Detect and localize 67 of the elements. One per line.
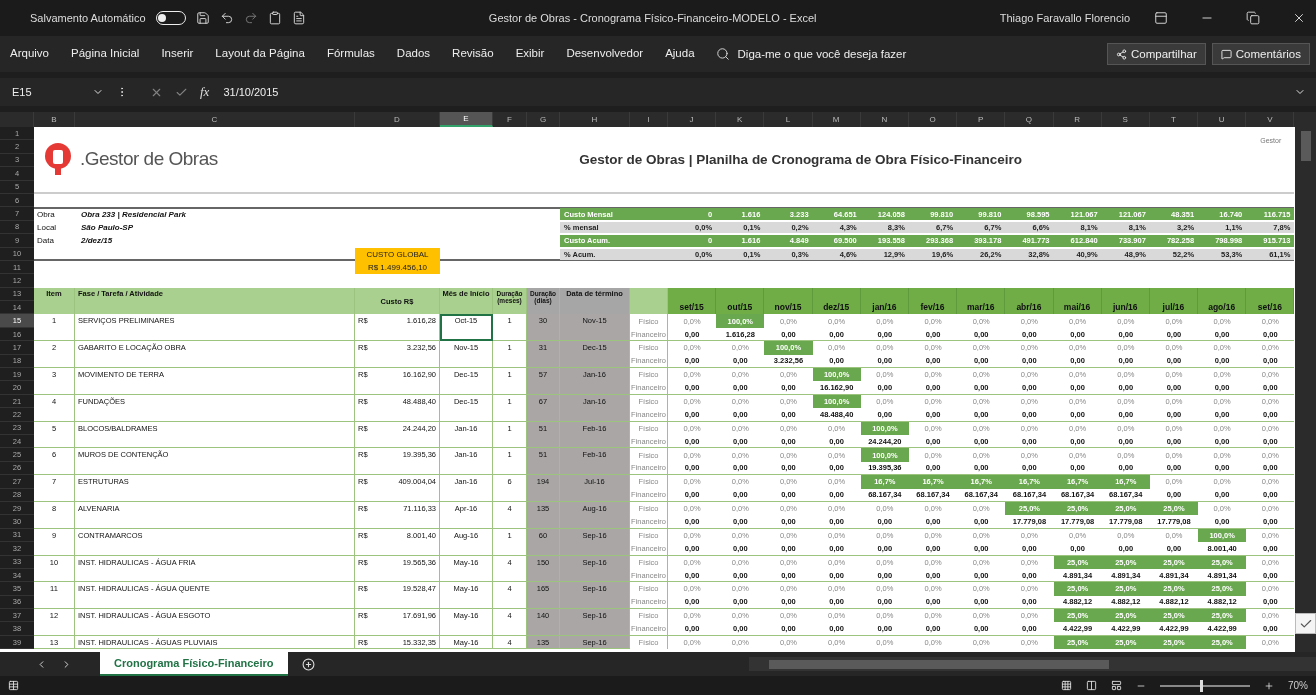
sheet-title: Gestor de Obras | Planilha de Cronograma de Obra Físico-Financeiro [355,127,1247,194]
ribbon-tab[interactable]: Inserir [150,43,205,65]
formula-bar[interactable]: E15 fx 31/10/2015 [0,78,1316,106]
clipboard-icon[interactable] [267,11,282,25]
page-layout-icon[interactable] [1086,680,1097,691]
autosave-label: Salvamento Automático [30,12,146,24]
restore-icon[interactable] [1246,11,1260,25]
search-field[interactable]: Diga-me o que você deseja fazer [715,47,1006,61]
month-heading: out/15 [716,287,765,315]
info-value: Obra 233 | Residencial Park [80,208,187,221]
share-button[interactable]: Compartilhar [1106,43,1206,65]
month-heading: jun/16 [1101,287,1150,315]
insert-function-button[interactable]: fx [200,84,210,100]
month-heading: fev/16 [908,287,958,315]
month-heading: set/15 [668,287,717,315]
ribbon-tab[interactable]: Fórmulas [315,43,386,65]
comments-button[interactable]: Comentários [1211,43,1310,65]
ribbon-tab[interactable]: Desenvolvedor [555,43,655,65]
global-cost-label: CUSTO GLOBAL [355,247,440,261]
quick-analysis-button[interactable] [1295,613,1316,634]
ribbon-tab[interactable]: Revisão [441,43,505,65]
name-box[interactable]: E15 [10,85,80,99]
sheet-stats-icon[interactable] [8,680,19,691]
search-icon [715,47,730,61]
zoom-level: 70% [1288,680,1308,691]
user-name: Thiago Faravallo Florencio [999,12,1130,24]
comment-icon [1220,48,1232,60]
zoom-thumb[interactable] [1200,679,1204,692]
ribbon-tab[interactable]: Dados [385,43,442,65]
undo-icon[interactable] [219,11,234,25]
month-heading: set/16 [1246,287,1295,315]
header-fill [630,287,668,315]
save-icon[interactable] [195,11,210,25]
info-value: 2/dez/15 [80,235,114,248]
month-heading: dez/15 [812,287,861,315]
add-sheet-icon[interactable] [301,657,315,671]
month-heading: nov/15 [764,287,813,315]
zoom-in-icon[interactable] [1264,680,1274,691]
document-icon[interactable] [291,11,306,25]
month-heading: abr/16 [1005,287,1054,315]
redo-icon[interactable] [243,11,258,25]
ribbon-tab[interactable]: Ajuda [654,43,706,65]
ribbon-tab[interactable]: Layout da Página [204,43,316,65]
month-heading: jul/16 [1149,287,1199,315]
month-heading: jan/16 [860,287,909,315]
formula-input[interactable]: 31/10/2015 [221,85,1282,99]
normal-view-icon[interactable] [1061,680,1072,691]
close-icon[interactable] [1292,11,1306,25]
info-label: Local [36,221,58,234]
month-heading: mai/16 [1053,287,1102,315]
brand-name: .Gestor de Obras [80,148,218,171]
ribbon-tab[interactable]: Página Inicial [60,43,151,65]
vertical-scrollbar[interactable] [1295,127,1316,652]
ribbon-tab[interactable]: Exibir [504,43,556,65]
month-heading: mar/16 [957,287,1006,315]
horizontal-scrollbar[interactable] [748,657,1316,671]
month-heading: ago/16 [1198,287,1247,315]
column-header[interactable]: E [440,112,493,127]
info-label: Data [36,235,55,248]
window-title: Gestor de Obras - Cronograma Físico-Financeiro-MODELO - Excel [488,12,817,24]
ribbon-tab[interactable]: Arquivo [10,43,60,65]
info-value: São Paulo-SP [80,221,134,234]
share-icon [1115,48,1127,60]
info-label: Obra [36,208,56,221]
page-break-icon[interactable] [1111,680,1122,691]
sheet-tab[interactable]: Cronograma Físico-Financeiro [100,652,288,676]
ribbon-display-icon[interactable] [1154,11,1168,25]
